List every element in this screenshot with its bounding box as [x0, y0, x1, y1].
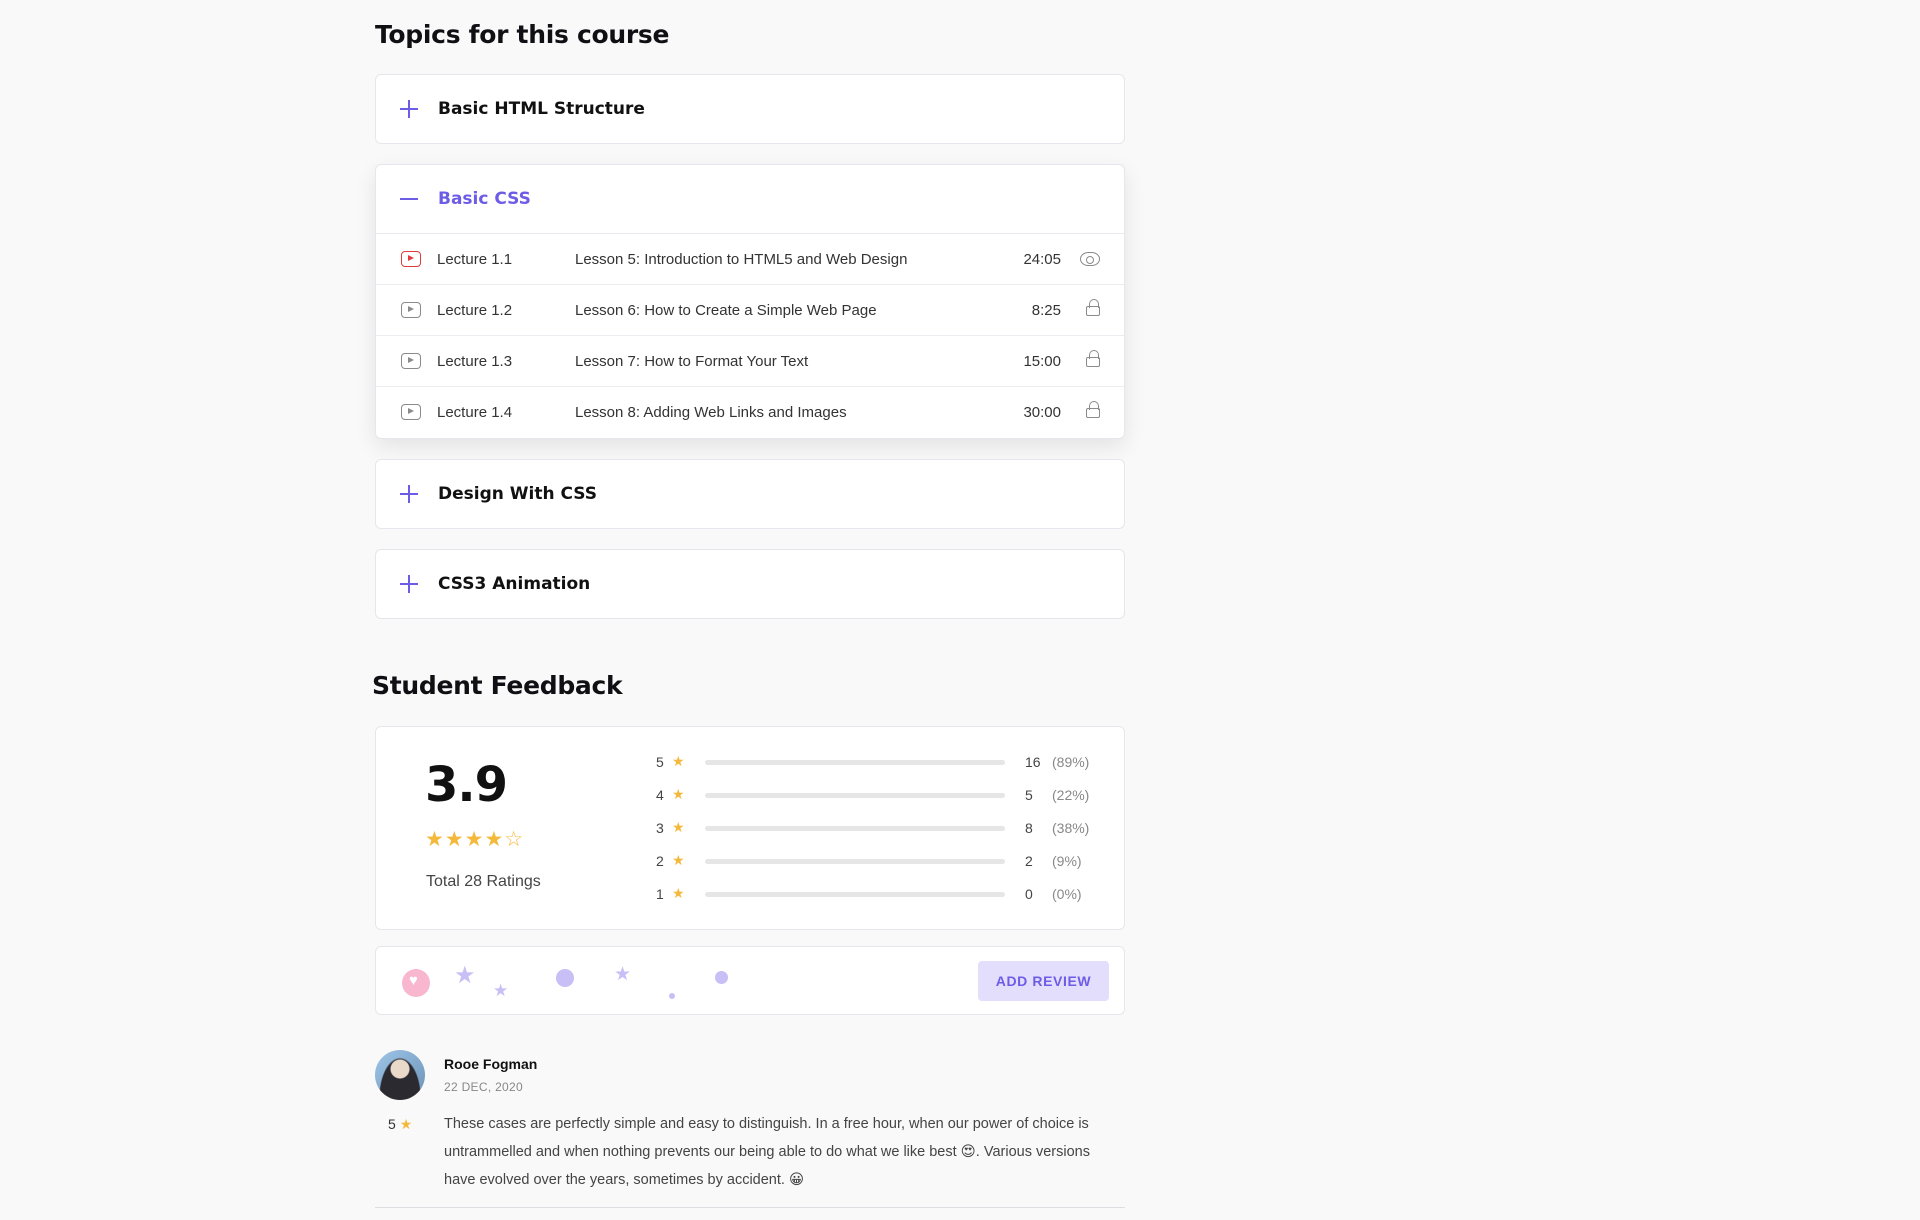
lecture-number: Lecture 1.3	[437, 352, 513, 370]
lecture-duration: 15:00	[1023, 352, 1061, 370]
plus-icon	[400, 485, 418, 503]
rating-bar	[705, 892, 1005, 897]
rating-percent: (0%)	[1052, 886, 1082, 902]
video-play-icon	[401, 251, 421, 267]
topic-css3-animation[interactable]: CSS3 Animation	[375, 549, 1125, 619]
topic-header[interactable]: Basic CSS	[376, 165, 1124, 234]
star-decoration-icon: ★	[614, 964, 632, 985]
lecture-title[interactable]: Lesson 6: How to Create a Simple Web Pag…	[575, 302, 877, 319]
review-text: These cases are perfectly simple and eas…	[444, 1116, 1090, 1188]
plus-icon	[400, 100, 418, 118]
star-icon: ★	[672, 885, 685, 901]
rating-row: 3 ★ 8 (38%)	[656, 819, 1096, 838]
plus-icon	[400, 575, 418, 593]
topic-header[interactable]: Design With CSS	[376, 460, 1124, 528]
topic-label: Design With CSS	[438, 484, 598, 504]
dot-decoration-icon	[669, 993, 675, 999]
minus-icon	[400, 190, 418, 208]
rating-row: 4 ★ 5 (22%)	[656, 786, 1096, 805]
topics-section-title: Topics for this course	[375, 20, 670, 49]
star-icon: ★	[672, 786, 685, 802]
rating-bar	[705, 793, 1005, 798]
lecture-row[interactable]: Lecture 1.2 Lesson 6: How to Create a Si…	[376, 285, 1124, 336]
video-play-icon	[401, 302, 421, 318]
rating-count: 0	[1025, 886, 1033, 902]
lecture-title[interactable]: Lesson 5: Introduction to HTML5 and Web …	[575, 251, 907, 268]
rating-level: 2	[656, 853, 664, 869]
lecture-duration: 30:00	[1023, 404, 1061, 421]
lecture-number: Lecture 1.4	[437, 404, 513, 421]
add-review-bar: ★ ★ ★ ADD REVIEW	[375, 946, 1125, 1015]
video-play-icon	[401, 404, 421, 420]
emoji-decoration-icon	[715, 971, 728, 984]
rating-percent: (89%)	[1052, 754, 1090, 770]
lock-icon	[1086, 350, 1100, 367]
review-rating-value: 5	[388, 1116, 396, 1132]
rating-count: 5	[1025, 787, 1033, 803]
rating-summary-card: 3.9 ★★★★☆ Total 28 Ratings 5 ★ 16 (89%) …	[375, 726, 1125, 930]
rating-row: 1 ★ 0 (0%)	[656, 885, 1096, 904]
lock-icon	[1086, 299, 1100, 316]
rating-percent: (38%)	[1052, 820, 1090, 836]
topic-basic-css[interactable]: Basic CSS Lecture 1.1 Lesson 5: Introduc…	[375, 164, 1125, 439]
star-icon: ★	[672, 753, 685, 769]
rating-count: 2	[1025, 853, 1033, 869]
emoji-decoration-icon	[556, 969, 574, 987]
lecture-row[interactable]: Lecture 1.4 Lesson 8: Adding Web Links a…	[376, 387, 1124, 438]
lecture-number: Lecture 1.2	[437, 301, 513, 319]
topic-label: Basic HTML Structure	[438, 99, 645, 119]
rating-bar	[705, 826, 1005, 831]
review-date: 22 DEC, 2020	[444, 1080, 523, 1094]
video-play-icon	[401, 353, 421, 369]
lock-icon	[1086, 401, 1100, 418]
lecture-row[interactable]: Lecture 1.1 Lesson 5: Introduction to HT…	[376, 234, 1124, 285]
review-rating: 5 ★	[388, 1116, 412, 1133]
topic-design-with-css[interactable]: Design With CSS	[375, 459, 1125, 529]
total-ratings: Total 28 Ratings	[426, 873, 541, 890]
rating-count: 8	[1025, 820, 1033, 836]
rating-percent: (9%)	[1052, 853, 1082, 869]
add-review-button[interactable]: ADD REVIEW	[978, 961, 1109, 1001]
review-item: 5 ★ Rooe Fogman 22 DEC, 2020 These cases…	[375, 1050, 1125, 1208]
reviewer-name: Rooe Fogman	[444, 1056, 538, 1072]
avatar	[375, 1050, 425, 1100]
rating-row: 5 ★ 16 (89%)	[656, 753, 1096, 772]
rating-level: 3	[656, 820, 664, 836]
heart-icon	[402, 969, 430, 997]
star-decoration-icon: ★	[454, 962, 476, 989]
rating-row: 2 ★ 2 (9%)	[656, 852, 1096, 871]
topic-label: Basic CSS	[438, 189, 531, 209]
lecture-number: Lecture 1.1	[437, 250, 513, 268]
average-rating: 3.9	[425, 757, 508, 813]
lecture-duration: 24:05	[1023, 250, 1061, 268]
topic-basic-html-structure[interactable]: Basic HTML Structure	[375, 74, 1125, 144]
topic-label: CSS3 Animation	[438, 574, 591, 594]
feedback-section-title: Student Feedback	[372, 671, 623, 700]
topic-header[interactable]: Basic HTML Structure	[376, 75, 1124, 143]
topic-header[interactable]: CSS3 Animation	[376, 550, 1124, 618]
star-icon: ★	[399, 1116, 413, 1132]
star-icon: ★	[672, 819, 685, 835]
lecture-title[interactable]: Lesson 8: Adding Web Links and Images	[575, 404, 847, 421]
rating-level: 4	[656, 787, 664, 803]
rating-level: 1	[656, 886, 664, 902]
lecture-title[interactable]: Lesson 7: How to Format Your Text	[575, 353, 808, 370]
eye-icon[interactable]	[1080, 252, 1100, 266]
star-decoration-icon: ★	[493, 981, 509, 1000]
rating-count: 16	[1025, 754, 1041, 770]
star-icon: ★	[672, 852, 685, 868]
average-stars-icon: ★★★★☆	[425, 828, 525, 851]
rating-percent: (22%)	[1052, 787, 1090, 803]
rating-bar	[705, 760, 1005, 765]
rating-level: 5	[656, 754, 664, 770]
lecture-duration: 8:25	[1031, 301, 1061, 319]
lecture-row[interactable]: Lecture 1.3 Lesson 7: How to Format Your…	[376, 336, 1124, 387]
rating-bar	[705, 859, 1005, 864]
